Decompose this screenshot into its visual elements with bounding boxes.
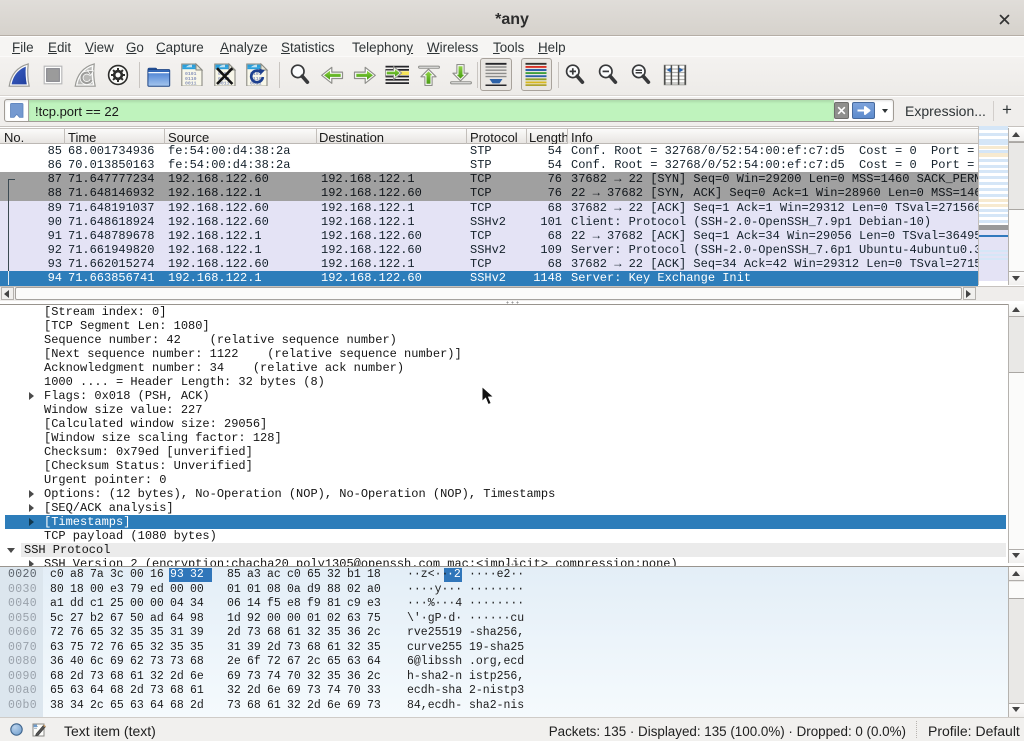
svg-text:0011: 0011 bbox=[185, 81, 197, 86]
